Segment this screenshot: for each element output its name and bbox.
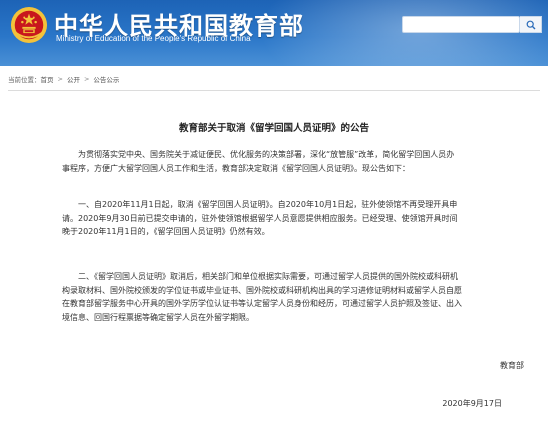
article-paragraph-two: 二、《留学回国人员证明》取消后，相关部门和单位根据实际需要，可通过留学人员提供的… xyxy=(62,270,514,324)
article-signature: 教育部 xyxy=(500,361,524,370)
search-icon xyxy=(526,20,535,29)
article-date: 2020年9月17日 xyxy=(442,399,502,408)
article-paragraph-one: 一、自2020年11月1日起，取消《留学回国人员证明》。自2020年10月1日起… xyxy=(62,198,514,239)
national-emblem-icon[interactable] xyxy=(10,6,48,44)
article-title: 教育部关于取消《留学回国人员证明》的公告 xyxy=(178,123,369,134)
paragraph-line: 在教育部留学服务中心开具的国外学历学位认证书等认定留学人员身份和经历，可通过留学… xyxy=(62,299,462,308)
search-button[interactable] xyxy=(520,16,542,33)
breadcrumb-divider xyxy=(8,90,540,91)
paragraph-line: 二、《留学回国人员证明》取消后，相关部门和单位根据实际需要，可通过留学人员提供的… xyxy=(78,272,458,281)
breadcrumb-separator: > xyxy=(57,75,63,83)
breadcrumb-separator: > xyxy=(83,75,90,83)
site-subtitle: Ministry of Education of the People's Re… xyxy=(56,34,251,43)
breadcrumb-prefix: 当前位置： xyxy=(8,76,41,84)
paragraph-line: 为贯彻落实党中央、国务院关于减证便民、优化服务的决策部署，深化“放管服”改革，简… xyxy=(78,150,455,159)
search-input[interactable] xyxy=(402,16,520,33)
article-paragraph-intro: 为贯彻落实党中央、国务院关于减证便民、优化服务的决策部署，深化“放管服”改革，简… xyxy=(62,148,514,175)
paragraph-line: 晚于2020年11月1日的，《留学回国人员证明》仍然有效。 xyxy=(62,227,270,236)
paragraph-line: 事程序，方便广大留学回国人员工作和生活，教育部决定取消《留学回国人员证明》。现公… xyxy=(62,163,410,173)
paragraph-line: 请。2020年9月30日前已提交申请的，驻外使领馆根据留学人员意愿提供相应服务。… xyxy=(62,213,458,223)
site-header: 中华人民共和国教育部 Ministry of Education of the … xyxy=(0,0,548,66)
breadcrumb-home[interactable]: 首页 xyxy=(41,74,54,84)
breadcrumb-public[interactable]: 公开 xyxy=(67,74,80,84)
paragraph-line: 一、自2020年11月1日起，取消《留学回国人员证明》。自2020年10月1日起… xyxy=(78,200,458,209)
paragraph-line: 构录取材料、国外院校颁发的学位证书或毕业证书、国外院校或科研机构出具的学习进修证… xyxy=(62,285,462,295)
paragraph-line: 境信息、回国行程票据等确定留学人员在外留学期限。 xyxy=(62,312,254,322)
breadcrumb-announcements[interactable]: 公告公示 xyxy=(93,74,119,84)
breadcrumb: 当前位置： 首页 > 公开 > 公告公示 xyxy=(8,73,119,85)
